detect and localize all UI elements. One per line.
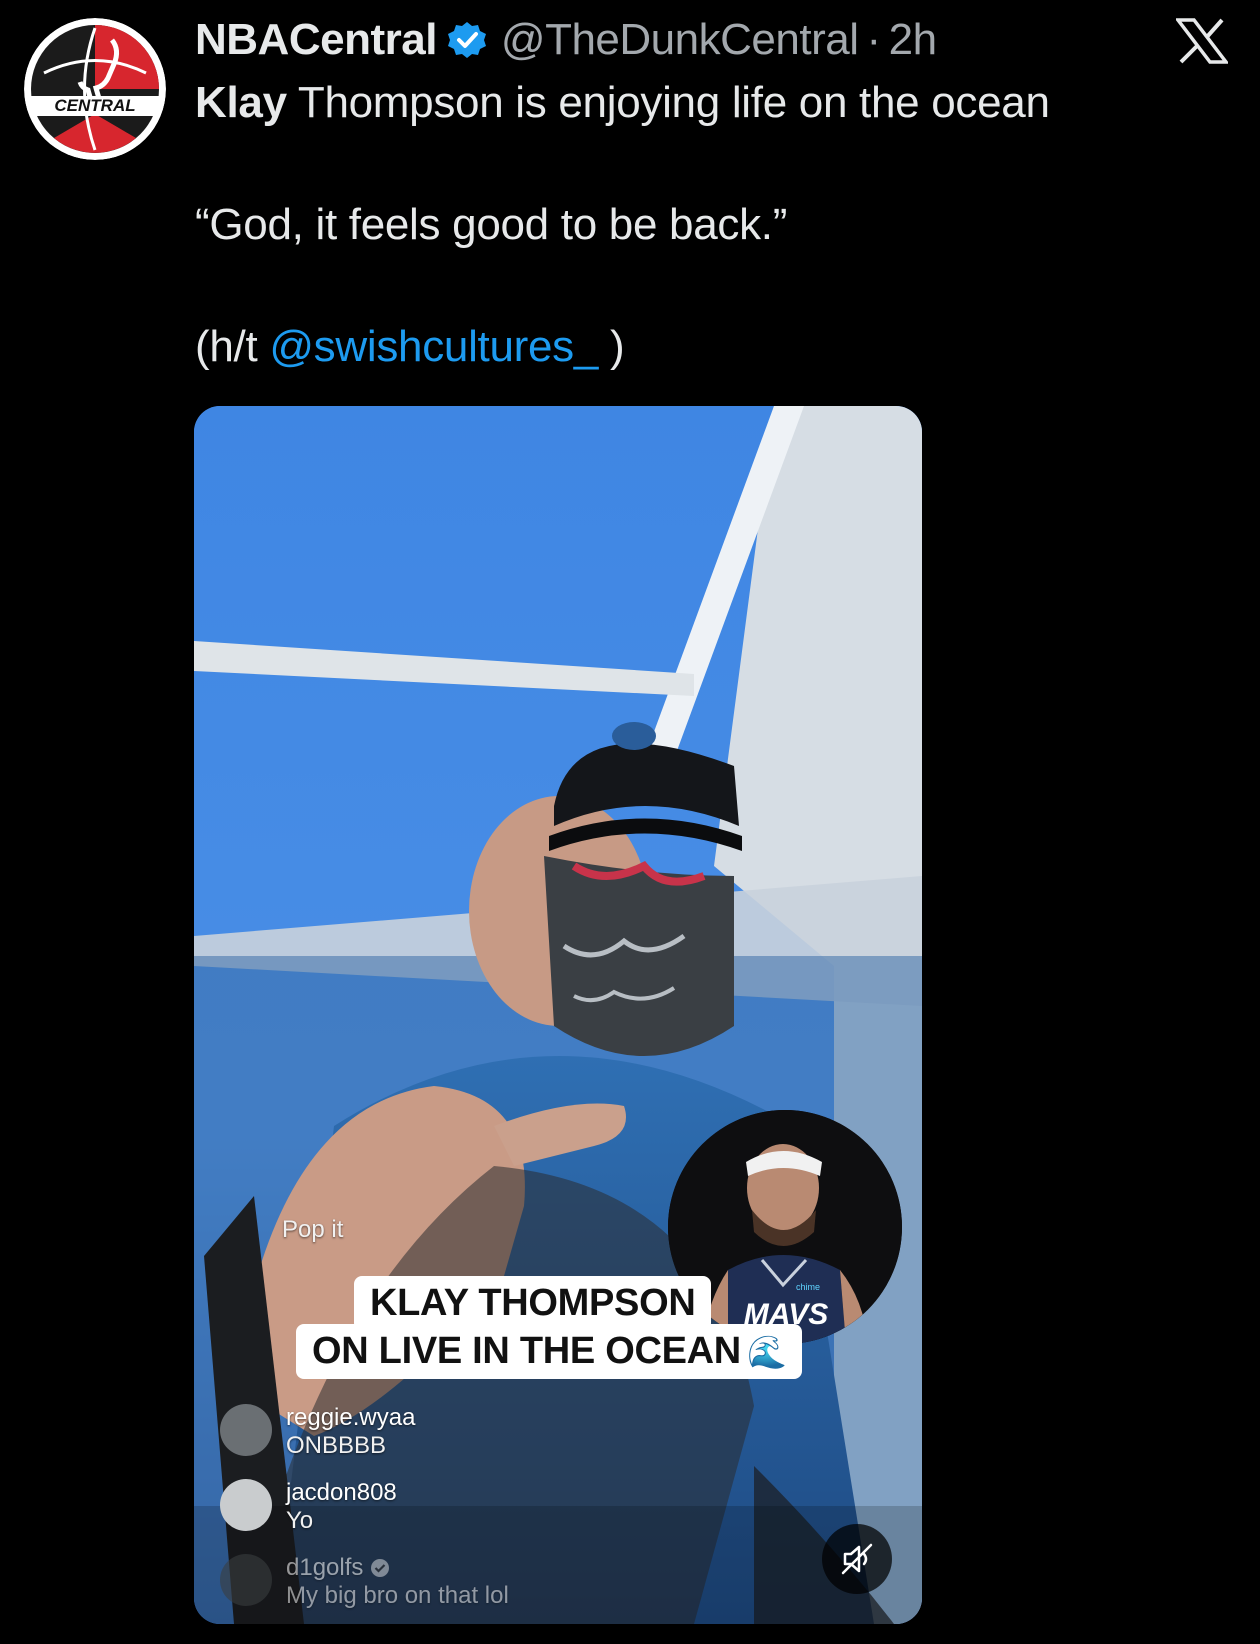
overlay-comment-partial: Pop it (282, 1216, 344, 1243)
svg-text:CENTRAL: CENTRAL (54, 96, 135, 115)
caption-line-1: KLAY THOMPSON (354, 1276, 712, 1331)
tweet-timestamp[interactable]: 2h (889, 15, 937, 65)
live-comment: d1golfs My big bro on that lol (220, 1554, 509, 1610)
live-comment: jacdon808 Yo (220, 1479, 397, 1535)
wave-emoji: 🌊 (746, 1334, 787, 1370)
tweet-line-1: Klay Thompson is enjoying life on the oc… (195, 74, 1195, 132)
commenter-avatar (220, 1404, 272, 1456)
verified-badge-icon (447, 20, 487, 60)
live-comment: reggie.wyaa ONBBBB (220, 1404, 415, 1460)
tweet-credit: (h/t @swishcultures_ ) (195, 318, 1195, 376)
commenter-username-row: d1golfs (286, 1554, 509, 1582)
mention-link[interactable]: @swishcultures_ (269, 322, 598, 371)
mute-button[interactable] (822, 1524, 892, 1594)
credit-suffix: ) (598, 322, 625, 371)
tweet-line-1-rest: Thompson is enjoying life on the ocean (286, 78, 1050, 127)
commenter-username: jacdon808 (286, 1479, 397, 1506)
author-handle[interactable]: @TheDunkCentral (501, 15, 859, 65)
commenter-username: reggie.wyaa (286, 1404, 416, 1431)
commenter-avatar (220, 1554, 272, 1606)
header-separator: · (866, 15, 881, 64)
tweet-header: NBACentral @TheDunkCentral · 2h (195, 10, 937, 70)
comment-text: My big bro on that lol (286, 1582, 509, 1609)
svg-text:chime: chime (796, 1282, 820, 1292)
nba-central-logo: CENTRAL (24, 18, 166, 160)
comment-text: Yo (286, 1507, 314, 1534)
caption-line-2-text: ON LIVE IN THE OCEAN (312, 1330, 741, 1372)
speaker-muted-icon (839, 1541, 875, 1577)
tweet-quote: “God, it feels good to be back.” (195, 200, 788, 249)
verified-small-icon (370, 1557, 390, 1577)
comment-text: ONBBBB (286, 1432, 387, 1459)
tweet-body: Klay Thompson is enjoying life on the oc… (195, 74, 1195, 376)
author-display-name[interactable]: NBACentral (195, 15, 437, 65)
caption-line-2: ON LIVE IN THE OCEAN 🌊 (296, 1324, 803, 1379)
x-logo-icon[interactable] (1174, 18, 1230, 64)
commenter-username: d1golfs (286, 1554, 364, 1581)
credit-prefix: (h/t (195, 322, 270, 371)
tweet-bold-word: Klay (195, 78, 287, 127)
avatar[interactable]: CENTRAL (24, 18, 166, 160)
commenter-avatar (220, 1479, 272, 1531)
